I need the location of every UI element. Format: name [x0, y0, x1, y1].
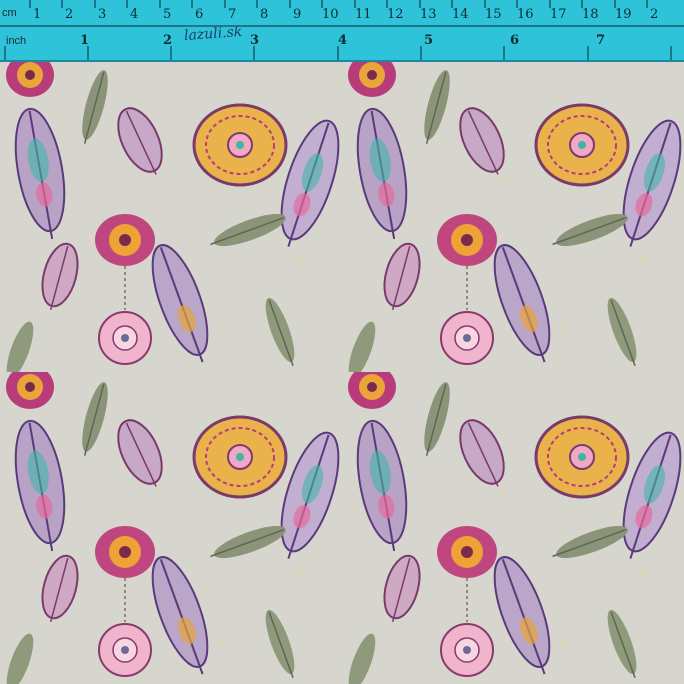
fabric-print	[0, 60, 684, 684]
inch-mark: 6	[510, 33, 520, 48]
cm-mark: 6	[195, 7, 204, 22]
photo-stage: cm inch 1 2 3 4 5 6 7 8 9 10 11 12 13 14…	[0, 0, 684, 684]
cm-mark: 13	[420, 7, 437, 22]
cm-mark: 14	[452, 7, 469, 22]
inch-mark: 3	[250, 33, 260, 48]
cm-mark: 2	[650, 7, 659, 22]
cm-mark: 3	[98, 7, 107, 22]
cm-mark: 10	[322, 7, 339, 22]
cm-mark: 7	[228, 7, 237, 22]
cm-mark: 5	[163, 7, 172, 22]
inch-mark: 1	[80, 33, 90, 48]
cm-mark: 8	[260, 7, 269, 22]
inch-mark: 7	[596, 33, 606, 48]
cm-unit-label: cm	[2, 7, 17, 19]
inch-mark: 2	[163, 33, 173, 48]
cm-mark: 9	[293, 7, 302, 22]
measuring-ruler: cm inch 1 2 3 4 5 6 7 8 9 10 11 12 13 14…	[0, 0, 684, 62]
inch-mark: 5	[424, 33, 434, 48]
cm-mark: 19	[615, 7, 632, 22]
cm-mark: 11	[355, 7, 372, 22]
cm-mark: 12	[387, 7, 404, 22]
cm-mark: 1	[33, 7, 42, 22]
inch-unit-label: inch	[6, 35, 27, 47]
cm-mark: 4	[130, 7, 139, 22]
cm-mark: 2	[65, 7, 74, 22]
cm-mark: 18	[582, 7, 599, 22]
inch-mark: 4	[338, 33, 348, 48]
cm-mark: 17	[550, 7, 567, 22]
cm-mark: 15	[485, 7, 502, 22]
cm-mark: 16	[517, 7, 534, 22]
